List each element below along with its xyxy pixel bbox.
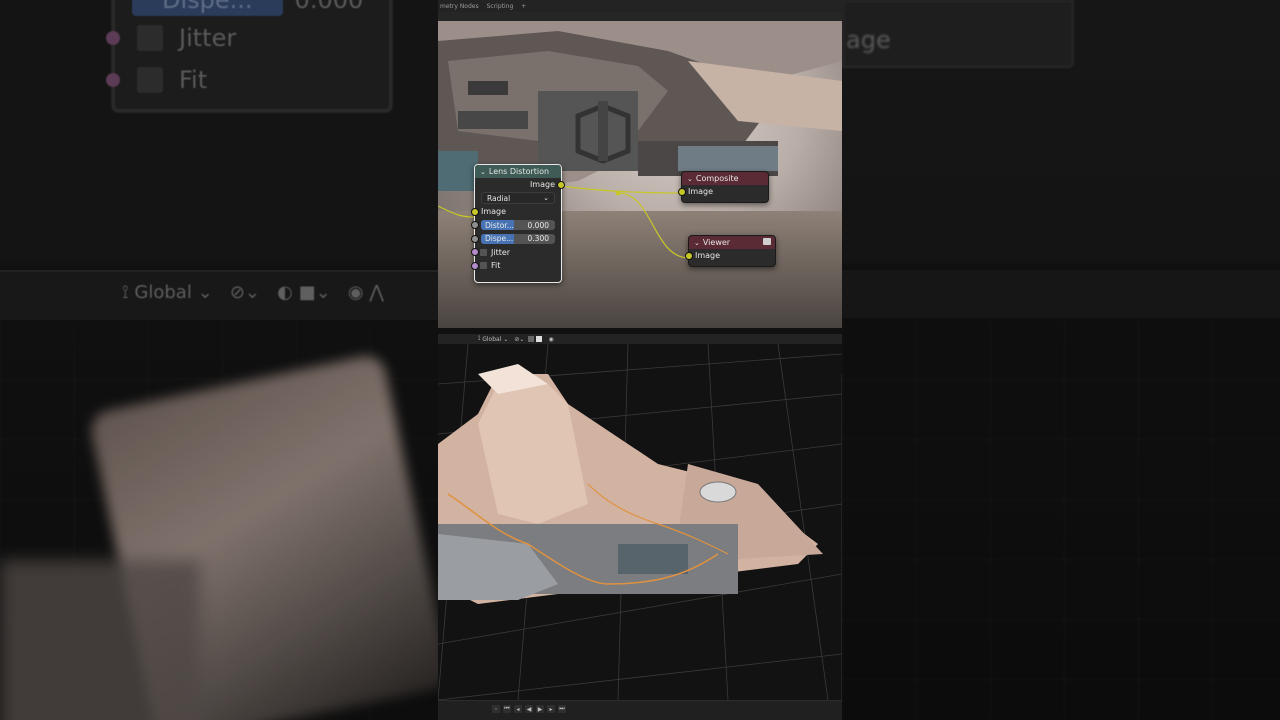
- background-ship-blur: [0, 560, 200, 720]
- background-checkbox: [137, 67, 163, 93]
- keyframe-icon[interactable]: ◦: [492, 705, 500, 713]
- 3d-viewport[interactable]: [438, 344, 842, 700]
- chevron-down-icon[interactable]: ⌄: [503, 336, 508, 343]
- background-row-dispersion: Dispe... 0.000: [132, 0, 363, 16]
- collapse-chevron-icon[interactable]: ⌄: [480, 168, 486, 176]
- proportional-edit-icon[interactable]: ◉: [548, 336, 553, 343]
- workspace-tabs: metry Nodes Scripting +: [438, 0, 842, 12]
- timeline-bar: ◦ ⏮ ◂ ◀ ▶ ▸ ⏭: [438, 700, 842, 720]
- input-image-row: Image: [678, 185, 768, 199]
- tab-scripting[interactable]: Scripting: [487, 3, 514, 10]
- distortion-type-dropdown[interactable]: Radial ⌄: [481, 192, 555, 205]
- node-title: Lens Distortion: [488, 167, 550, 176]
- prev-keyframe-icon[interactable]: ◂: [514, 705, 522, 713]
- transform-orientation-dropdown[interactable]: Global: [482, 336, 501, 343]
- input-socket[interactable]: [471, 234, 479, 243]
- dispersion-slider[interactable]: Dispe... 0.300: [481, 233, 555, 244]
- input-image-row: Image: [685, 249, 775, 263]
- node-header[interactable]: ⌄ Lens Distortion: [475, 165, 561, 178]
- dispersion-row: Dispe... 0.300: [471, 232, 561, 246]
- jump-end-icon[interactable]: ⏭: [558, 705, 566, 713]
- tab-geometry-nodes[interactable]: metry Nodes: [440, 3, 479, 10]
- fit-checkbox[interactable]: [480, 262, 487, 270]
- output-socket[interactable]: [557, 180, 565, 189]
- collapse-chevron-icon[interactable]: ⌄: [694, 239, 700, 247]
- chevron-down-icon: ⌄: [543, 194, 549, 203]
- background-left-mirror: Dispe... 0.000 Jitter Fit ⟟ Global ⌄ ⊘⌄ …: [0, 0, 438, 720]
- orientation-icon[interactable]: ⟟: [478, 335, 480, 343]
- distortion-row: Distor... 0.000: [471, 219, 561, 233]
- compositor-node-editor[interactable]: ⌄ Lens Distortion Image Radial ⌄ Image D…: [438, 21, 842, 328]
- node-header[interactable]: ⌄ Viewer: [689, 236, 775, 249]
- node-title: Viewer: [702, 238, 731, 247]
- add-workspace-button[interactable]: +: [521, 3, 526, 10]
- background-row-jitter: Jitter: [106, 24, 236, 52]
- background-grid: [842, 320, 1280, 720]
- lens-distortion-node[interactable]: ⌄ Lens Distortion Image Radial ⌄ Image D…: [471, 164, 565, 283]
- viewport-scene: [438, 344, 842, 700]
- jitter-checkbox[interactable]: [480, 248, 487, 256]
- viewer-node[interactable]: ⌄ Viewer Image: [685, 235, 776, 267]
- output-image-row: Image: [475, 178, 565, 192]
- fit-row: Fit: [471, 259, 561, 273]
- viewport-header: ⟟ Global ⌄ ⊘⌄ ◉: [438, 334, 842, 344]
- pivot-icon[interactable]: ⊘⌄: [514, 336, 524, 343]
- background-node-blur: [112, 0, 392, 112]
- play-reverse-icon[interactable]: ◀: [525, 705, 533, 713]
- background-socket: [106, 73, 120, 87]
- input-image-row: Image: [471, 205, 561, 219]
- node-title: Composite: [695, 174, 739, 183]
- distortion-slider[interactable]: Distor... 0.000: [481, 220, 555, 231]
- input-socket[interactable]: [685, 251, 693, 260]
- input-socket[interactable]: [678, 187, 686, 196]
- input-socket[interactable]: [471, 221, 479, 230]
- input-socket[interactable]: [471, 207, 479, 216]
- snap-target-icon[interactable]: [536, 336, 543, 342]
- play-icon[interactable]: ▶: [536, 705, 544, 713]
- mode-row: Radial ⌄: [475, 192, 561, 206]
- background-toolbar: [842, 270, 1280, 318]
- background-global-label: ⟟ Global ⌄ ⊘⌄ ◐ ■⌄ ◉ ⋀: [122, 282, 385, 303]
- background-right-mirror: age: [842, 0, 1280, 720]
- viewer-toggle-icon[interactable]: [763, 238, 771, 245]
- jitter-row: Jitter: [471, 246, 561, 260]
- blender-window: metry Nodes Scripting + ⌄ Lens Distortio…: [438, 0, 842, 720]
- background-row-fit: Fit: [106, 66, 207, 94]
- background-checkbox: [137, 25, 163, 51]
- compositor-header: [438, 12, 842, 21]
- background-socket: [106, 31, 120, 45]
- next-keyframe-icon[interactable]: ▸: [547, 705, 555, 713]
- collapse-chevron-icon[interactable]: ⌄: [687, 175, 693, 183]
- composite-node[interactable]: ⌄ Composite Image: [678, 171, 769, 203]
- jump-start-icon[interactable]: ⏮: [503, 705, 511, 713]
- background-node-blur: age: [842, 0, 1074, 68]
- input-socket[interactable]: [471, 248, 479, 257]
- playback-controls: ◦ ⏮ ◂ ◀ ▶ ▸ ⏭: [492, 705, 566, 713]
- input-socket[interactable]: [471, 261, 479, 270]
- node-header[interactable]: ⌄ Composite: [682, 172, 768, 185]
- snap-icon[interactable]: [528, 336, 535, 342]
